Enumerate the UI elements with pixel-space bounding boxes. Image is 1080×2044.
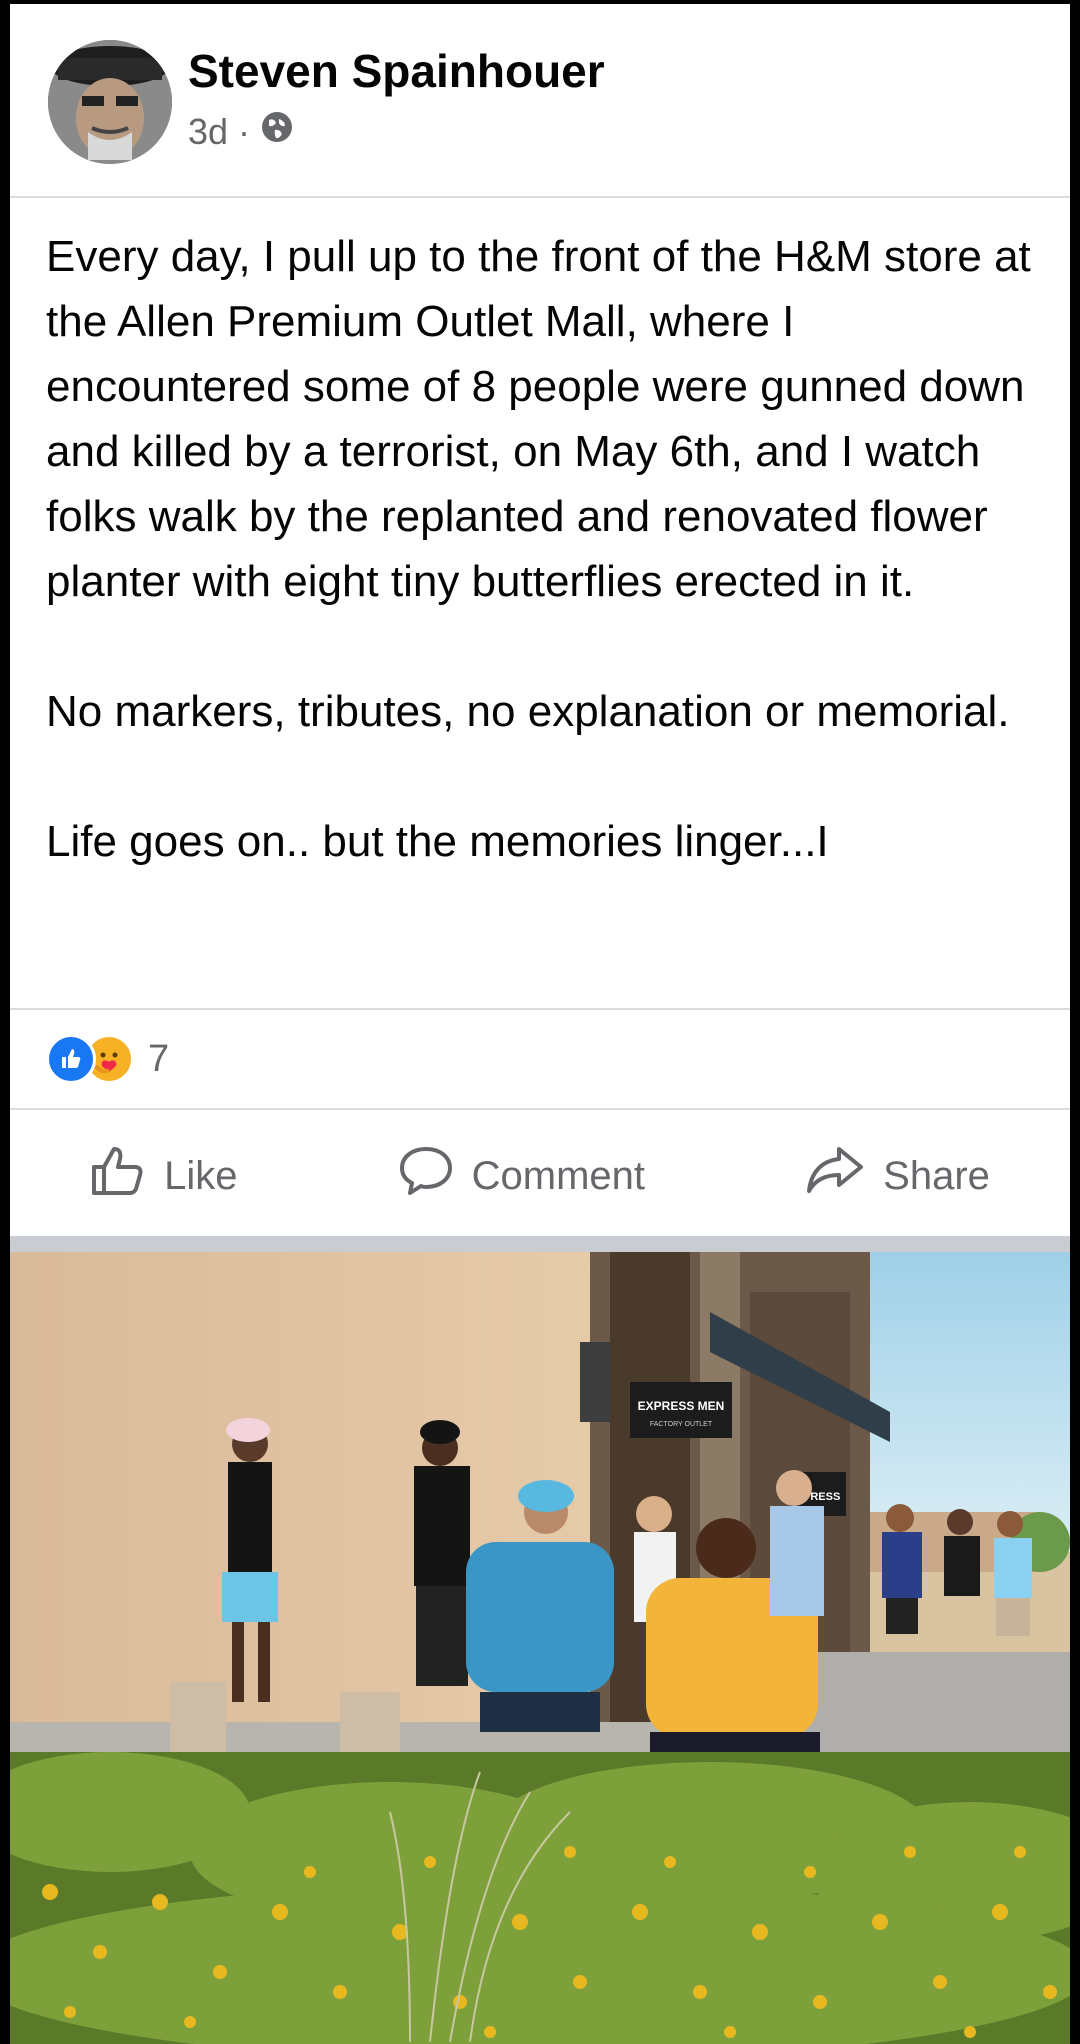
like-label: Like [164, 1153, 238, 1198]
post-time[interactable]: 3d [188, 111, 228, 153]
action-bar: Like Comment Share [10, 1136, 1070, 1216]
share-label: Share [883, 1153, 990, 1198]
post-paragraph: Life goes on.. but the memories linger..… [46, 817, 829, 866]
post-body: Every day, I pull up to the front of the… [46, 224, 1046, 939]
thumbs-up-icon [90, 1145, 146, 1207]
post-photo[interactable]: EXPRESS MEN FACTORY OUTLET XPRESS [10, 1252, 1070, 2044]
comment-icon [398, 1145, 454, 1207]
avatar-photo [48, 40, 172, 164]
like-reaction-icon [46, 1034, 96, 1084]
meta-separator: · [238, 110, 251, 152]
post-paragraph: No markers, tributes, no explanation or … [46, 687, 1010, 736]
express-men-sign-text: EXPRESS MEN [638, 1399, 725, 1413]
author-name[interactable]: Steven Spainhouer [188, 44, 605, 98]
section-gap [10, 1236, 1070, 1252]
outlet-mall-photo: EXPRESS MEN FACTORY OUTLET XPRESS [10, 1252, 1070, 2044]
reaction-count: 7 [148, 1037, 170, 1080]
share-button[interactable]: Share [805, 1145, 990, 1207]
comment-label: Comment [471, 1153, 646, 1198]
factory-outlet-sign-text: FACTORY OUTLET [650, 1421, 713, 1428]
avatar[interactable] [48, 40, 172, 164]
comment-button[interactable]: Comment [398, 1145, 645, 1207]
post-card: Steven Spainhouer 3d · Every day, I pull… [10, 4, 1070, 1236]
post-meta: 3d · [188, 110, 294, 153]
reactions-divider [10, 1108, 1070, 1110]
header-divider [10, 196, 1070, 198]
globe-icon [260, 110, 294, 153]
like-button[interactable]: Like [90, 1145, 237, 1207]
share-arrow-icon [805, 1145, 865, 1207]
post-paragraph: Every day, I pull up to the front of the… [46, 232, 1031, 606]
body-divider [10, 1008, 1070, 1010]
reactions-summary[interactable]: 7 [46, 1034, 169, 1084]
